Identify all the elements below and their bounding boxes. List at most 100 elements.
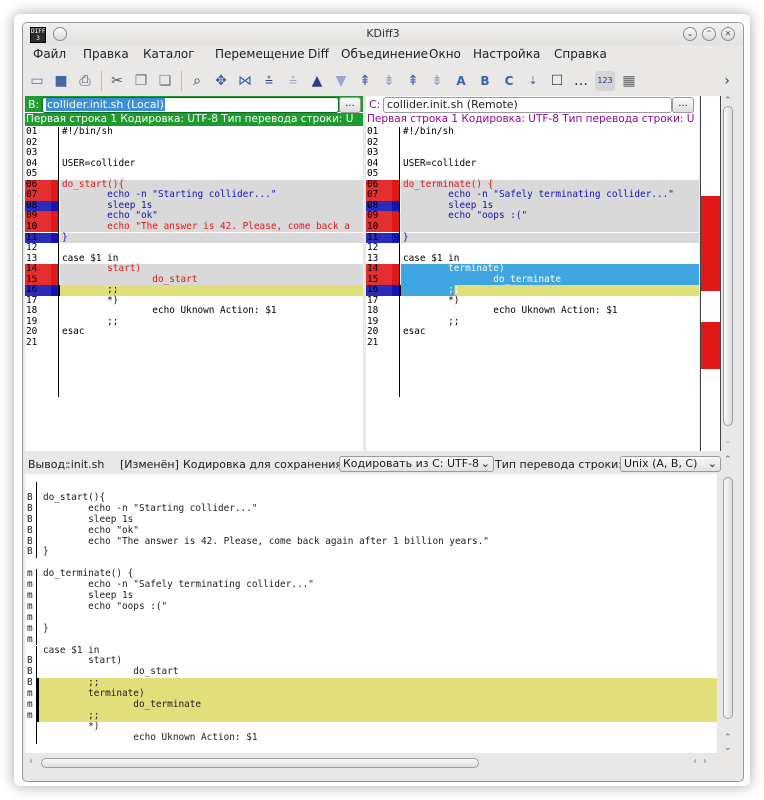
pane-b-line: 20 esac (25, 327, 363, 338)
pane-c-line-number: 21 (367, 337, 379, 348)
output-conflict-bracket (36, 482, 37, 559)
goto-last-icon[interactable]: ⇟ (427, 71, 447, 91)
eol-select[interactable]: Unix (A, B, C) ⌄ (620, 456, 721, 472)
pane-c-line-text: USER=collider (403, 157, 477, 169)
pane-c-change-marker (392, 274, 399, 286)
output-line: m do_terminate (27, 699, 717, 711)
pane-b-change-marker (51, 232, 58, 244)
pane-b-browse-button[interactable]: ... (339, 97, 361, 113)
pane-b-line-text: USER=collider (62, 157, 136, 169)
pane-c-file-text: collider.init.sh (Remote) (387, 98, 518, 111)
title-bar: DIFF 3 KDiff3 ⌄ ⌃ ✕ (23, 23, 743, 45)
line-numbers-button[interactable]: 123 (595, 71, 615, 91)
menu-merge[interactable]: Объединение (341, 47, 428, 61)
cut-icon[interactable]: ✂ (107, 71, 127, 91)
output-conflict-bracket (36, 645, 37, 679)
next-unsolved-icon[interactable]: ⇞ (403, 71, 423, 91)
output-line: m (27, 633, 717, 646)
pane-b-change-marker (51, 179, 58, 191)
save-icon[interactable]: ■ (51, 71, 71, 91)
goto-bottom-icon[interactable]: ⩮ (259, 71, 279, 91)
encoding-select[interactable]: Кодировать из C: UTF-8 ⌄ (339, 456, 494, 472)
eol-label: Тип перевода строки: (495, 458, 622, 471)
output-conflict-bracket (36, 678, 39, 722)
minimize-icon[interactable]: ⌄ (683, 27, 697, 41)
output-scrollbar[interactable]: ⌃ ⌃ ⌄ (721, 455, 735, 755)
goto-top-icon[interactable]: ⋈ (235, 71, 255, 91)
output-line-text: } (43, 546, 49, 558)
next-conflict-icon[interactable]: ⇞ (355, 71, 375, 91)
pane-b-line-text: } (62, 231, 68, 243)
pane-b: B: collider.init.sh (Local) ... Первая с… (25, 96, 363, 451)
auto-advance-icon[interactable]: ⇣ (523, 71, 543, 91)
print-icon[interactable]: ⎙ (75, 71, 95, 91)
show-whitespace-chars-icon[interactable]: … (571, 71, 591, 91)
menu-movement[interactable]: Перемещение (215, 47, 305, 61)
select-b-button[interactable]: B (475, 71, 495, 91)
pane-b-change-marker (51, 211, 58, 222)
pane-b-line-text: #!/bin/sh (62, 126, 113, 137)
output-line-source: m (27, 633, 33, 645)
pane-b-line: 12 (25, 242, 363, 254)
pane-c-code[interactable]: 01 #!/bin/sh 02 03 04 USER=collider 05 06 do_ter… (366, 126, 699, 447)
pane-b-change-marker (51, 264, 58, 275)
select-a-button[interactable]: A (451, 71, 471, 91)
pane-c-line: 01 #!/bin/sh (366, 126, 699, 138)
output-pane[interactable]: Bdo_start(){B echo -n "Starting collider… (25, 474, 717, 753)
top-scrollbar-thumb[interactable] (723, 106, 733, 426)
menu-file[interactable]: Файл (33, 47, 66, 61)
pane-c-file-field[interactable]: collider.init.sh (Remote) (383, 97, 672, 113)
copy-icon[interactable]: ❐ (131, 71, 151, 91)
output-code[interactable]: Bdo_start(){B echo -n "Starting collider… (27, 482, 717, 752)
menu-settings[interactable]: Настройка (473, 47, 540, 61)
show-whitespace-icon[interactable]: ☐ (547, 71, 567, 91)
prev-conflict-icon[interactable]: ▼ (331, 71, 351, 91)
menu-help[interactable]: Справка (554, 47, 607, 61)
encoding-label: Кодировка для сохранения: (183, 458, 346, 471)
pane-b-header: B: collider.init.sh (Local) ... (25, 96, 363, 113)
eol-value: Unix (A, B, C) (624, 457, 698, 470)
output-line-text: echo "oops :(" (43, 600, 168, 612)
pane-b-change-marker (51, 221, 58, 233)
goto-current-icon[interactable]: ✥ (211, 71, 231, 91)
pane-b-info: Первая строка 1 Кодировка: UTF-8 Тип пер… (25, 113, 363, 126)
prev-unsolved-icon[interactable]: ⇟ (379, 71, 399, 91)
horizontal-scrollbar[interactable]: ‹ ‹ › (27, 756, 737, 770)
menu-diff[interactable]: Diff (308, 47, 329, 61)
open-icon[interactable]: ▭ (27, 71, 47, 91)
eol-chevron-icon: ⌄ (707, 457, 717, 470)
pane-b-line-number: 21 (26, 337, 38, 348)
pane-b-file-field[interactable]: collider.init.sh (Local) (42, 97, 339, 113)
output-line: m ;; (27, 710, 717, 722)
pane-c-line: 02 (366, 137, 699, 149)
pane-b-line-highlight (60, 232, 363, 244)
prev-delta-icon[interactable]: ⩮ (283, 71, 303, 91)
output-line-source: B (27, 513, 33, 525)
diff-overview[interactable] (700, 96, 721, 451)
window-split-icon[interactable]: ▦ (619, 71, 639, 91)
menu-window[interactable]: Окно (429, 47, 461, 61)
pane-b-code[interactable]: 01 #!/bin/sh 02 03 04 USER=collider 05 06 do_sta… (25, 126, 363, 447)
pane-c-browse-button[interactable]: ... (672, 97, 694, 113)
maximize-icon[interactable]: ⌃ (702, 27, 716, 41)
paste-icon[interactable]: ❏ (155, 71, 175, 91)
output-line: B do_start (27, 666, 717, 678)
encoding-chevron-icon: ⌄ (480, 457, 490, 470)
toolbar-overflow-icon[interactable]: › (717, 71, 737, 91)
select-c-button[interactable]: C (499, 71, 519, 91)
pane-b-file-text: collider.init.sh (Local) (46, 98, 165, 111)
pane-c-line: 11} (366, 232, 699, 244)
pane-c-line: 09 echo "oops :(" (366, 211, 699, 222)
encoding-value: Кодировать из C: UTF-8 (343, 457, 480, 470)
menu-edit[interactable]: Правка (83, 47, 129, 61)
menu-directory[interactable]: Каталог (143, 47, 195, 61)
pane-c-line-highlight (401, 232, 699, 244)
next-delta-icon[interactable]: ▲ (307, 71, 327, 91)
horizontal-scrollbar-thumb[interactable] (41, 758, 479, 768)
top-scrollbar[interactable]: ⌃ ⌄ (721, 96, 735, 451)
output-line-text: sleep 1s (43, 513, 134, 525)
output-scrollbar-thumb[interactable] (723, 477, 733, 719)
find-icon[interactable]: ⌕ (187, 71, 207, 91)
close-icon[interactable]: ✕ (721, 27, 735, 41)
pane-b-line: 01 #!/bin/sh (25, 126, 363, 138)
